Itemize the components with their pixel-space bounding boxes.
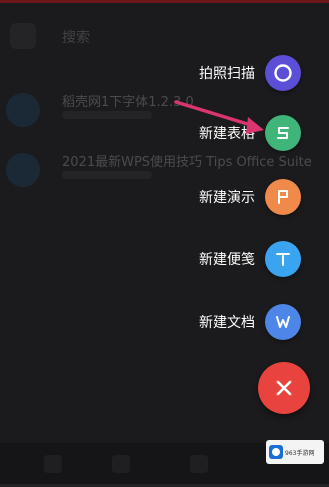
menu-item-label: 新建文档 — [199, 315, 255, 331]
close-button[interactable] — [258, 362, 310, 414]
presentation-p-icon[interactable] — [265, 179, 301, 215]
camera-scan-icon[interactable] — [265, 55, 301, 91]
menu-item-scan[interactable]: 拍照扫描 — [0, 53, 329, 93]
menu-item-label: 新建便笺 — [199, 252, 255, 268]
note-t-icon[interactable] — [265, 241, 301, 277]
watermark: 963手游网 — [266, 440, 324, 464]
menu-item-new-document[interactable]: 新建文档 — [0, 302, 329, 342]
menu-item-new-presentation[interactable]: 新建演示 — [0, 177, 329, 217]
menu-item-label: 拍照扫描 — [199, 66, 255, 82]
menu-item-label: 新建演示 — [199, 190, 255, 206]
menu-item-label: 新建表格 — [199, 126, 255, 142]
watermark-logo — [269, 445, 283, 459]
spreadsheet-s-icon[interactable] — [265, 115, 301, 151]
menu-item-new-spreadsheet[interactable]: 新建表格 — [0, 113, 329, 153]
document-w-icon[interactable] — [265, 304, 301, 340]
close-icon — [276, 380, 292, 396]
menu-item-new-note[interactable]: 新建便笺 — [0, 239, 329, 279]
watermark-text: 963手游网 — [285, 449, 315, 457]
